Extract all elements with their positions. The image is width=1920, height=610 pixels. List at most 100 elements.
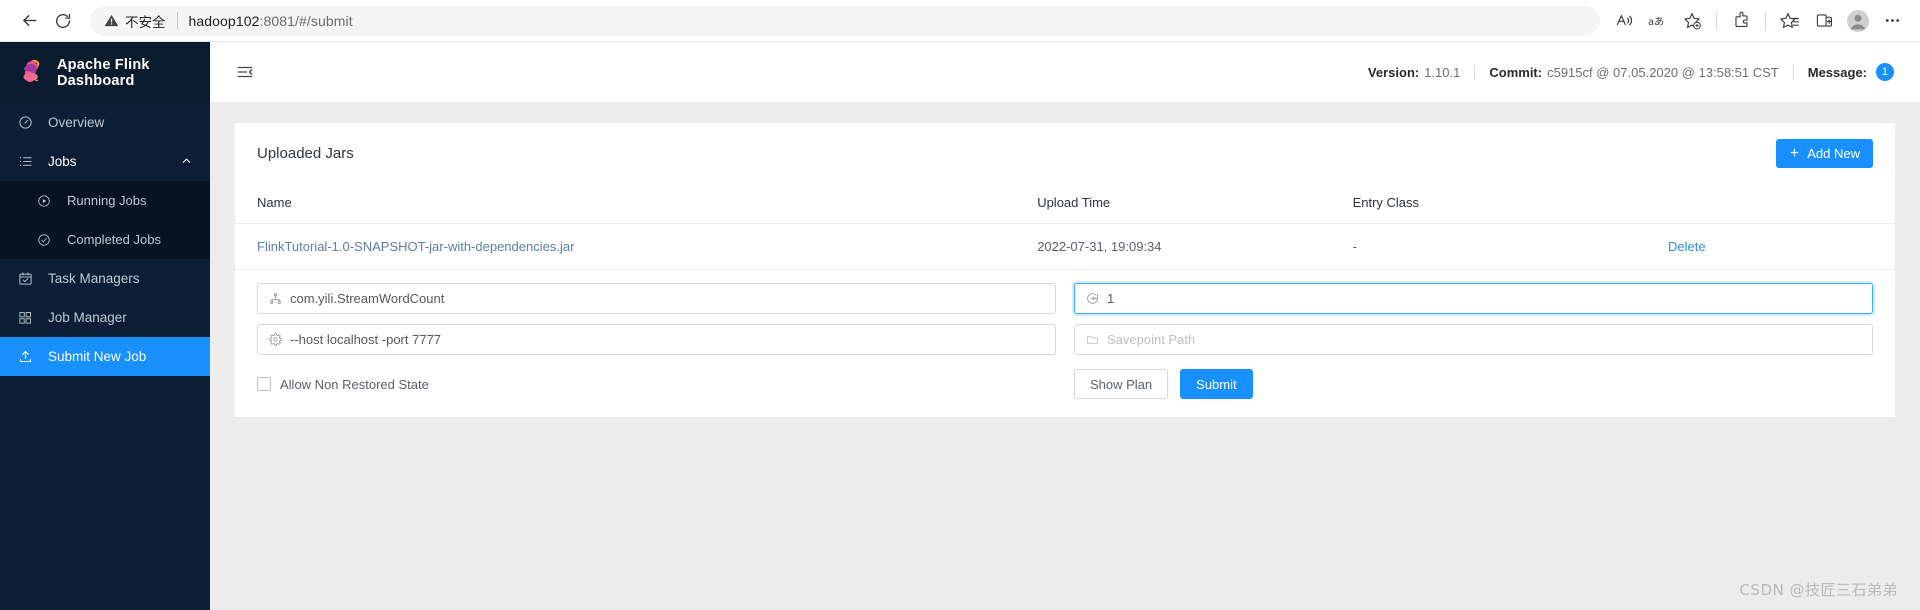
sidebar-item-completed-jobs[interactable]: Completed Jobs <box>0 220 210 259</box>
sidebar-item-label: Overview <box>48 115 105 130</box>
main-area: Version: 1.10.1 Commit: c5915cf @ 07.05.… <box>210 42 1920 610</box>
menu-fold-icon[interactable] <box>236 63 254 81</box>
cluster-icon <box>18 310 38 325</box>
settings-more-icon[interactable] <box>1876 5 1908 37</box>
submit-button[interactable]: Submit <box>1180 369 1253 399</box>
read-aloud-icon[interactable] <box>1608 5 1640 37</box>
column-header-name: Name <box>235 182 1016 224</box>
jobs-submenu: Running Jobs Completed Jobs <box>0 181 210 259</box>
dashboard-icon <box>18 115 38 130</box>
cell-jar-name[interactable]: FlinkTutorial-1.0-SNAPSHOT-jar-with-depe… <box>235 223 1016 270</box>
list-icon <box>18 154 38 169</box>
browser-toolbar-actions: aあ <box>1608 5 1908 37</box>
page-title: Uploaded Jars <box>257 145 354 162</box>
top-bar: Version: 1.10.1 Commit: c5915cf @ 07.05.… <box>210 42 1920 103</box>
column-header-entry-class: Entry Class <box>1330 182 1646 224</box>
entry-class-value: com.yili.StreamWordCount <box>290 291 445 306</box>
form-action-buttons: Show Plan Submit <box>1074 369 1873 399</box>
upload-icon <box>18 349 38 364</box>
allow-non-restored-state-label[interactable]: Allow Non Restored State <box>280 377 429 392</box>
address-bar[interactable]: 不安全 hadoop102:8081/#/submit <box>90 5 1600 36</box>
delete-link[interactable]: Delete <box>1668 239 1706 254</box>
table-body: FlinkTutorial-1.0-SNAPSHOT-jar-with-depe… <box>235 223 1895 270</box>
table-header-row: Name Upload Time Entry Class <box>235 182 1895 224</box>
flink-squirrel-logo <box>18 57 45 89</box>
savepoint-path-input[interactable]: Savepoint Path <box>1074 324 1873 355</box>
collections-icon[interactable] <box>1774 5 1806 37</box>
commit-label: Commit: <box>1489 64 1543 80</box>
not-secure-warning-icon <box>104 13 119 28</box>
show-plan-button[interactable]: Show Plan <box>1074 369 1169 399</box>
cluster-info: Version: 1.10.1 Commit: c5915cf @ 07.05.… <box>1368 63 1894 81</box>
column-header-actions <box>1645 182 1895 224</box>
sidebar-item-overview[interactable]: Overview <box>0 103 210 142</box>
info-divider-2 <box>1792 64 1794 80</box>
uploaded-jars-table: Name Upload Time Entry Class FlinkTutori… <box>235 182 1895 270</box>
calendar-check-icon <box>18 271 38 286</box>
flink-dashboard: Apache Flink Dashboard Overview Jobs Run… <box>0 42 1920 610</box>
message-count-badge[interactable]: 1 <box>1876 63 1894 81</box>
plus-icon <box>1789 146 1800 161</box>
apartment-icon <box>269 292 282 305</box>
allow-non-restored-state-group[interactable]: Allow Non Restored State <box>257 377 1056 392</box>
sidebar-item-job-manager[interactable]: Job Manager <box>0 298 210 337</box>
svg-text:aあ: aあ <box>1648 15 1664 27</box>
cell-entry-class: - <box>1330 223 1646 270</box>
login-arrow-icon <box>1086 292 1099 305</box>
omnibox-divider <box>176 12 178 29</box>
toolbar-divider-1 <box>1716 11 1717 30</box>
sidebar-item-running-jobs[interactable]: Running Jobs <box>0 181 210 220</box>
version-value: 1.10.1 <box>1424 64 1461 80</box>
split-screen-icon[interactable] <box>1808 5 1840 37</box>
back-icon[interactable] <box>12 4 46 38</box>
cell-upload-time: 2022-07-31, 19:09:34 <box>1015 223 1331 270</box>
add-new-button[interactable]: Add New <box>1776 139 1873 168</box>
commit-value: c5915cf @ 07.05.2020 @ 13:58:51 CST <box>1547 64 1779 80</box>
chevron-up-icon <box>181 154 192 169</box>
reload-icon[interactable] <box>46 4 80 38</box>
sidebar-item-label: Submit New Job <box>48 349 147 364</box>
program-arguments-input[interactable]: --host localhost -port 7777 <box>257 324 1056 355</box>
page-root: 不安全 hadoop102:8081/#/submit aあ Apache Fl… <box>0 0 1920 610</box>
browser-toolbar: 不安全 hadoop102:8081/#/submit aあ <box>0 0 1920 42</box>
message-label: Message: <box>1807 64 1867 80</box>
table-header: Name Upload Time Entry Class <box>235 182 1895 224</box>
setting-gear-icon <box>269 333 282 346</box>
card-header: Uploaded Jars Add New <box>235 123 1895 182</box>
cell-actions: Delete <box>1645 223 1895 270</box>
savepoint-path-placeholder: Savepoint Path <box>1107 332 1196 347</box>
brand-header[interactable]: Apache Flink Dashboard <box>0 42 210 103</box>
url-host: hadoop102 <box>188 12 260 29</box>
parallelism-input[interactable]: 1 <box>1074 283 1873 314</box>
url-text: hadoop102:8081/#/submit <box>189 13 353 29</box>
translate-icon[interactable]: aあ <box>1642 5 1674 37</box>
brand-title: Apache Flink Dashboard <box>57 56 150 89</box>
program-arguments-value: --host localhost -port 7777 <box>290 332 442 347</box>
sidebar-item-label: Jobs <box>48 154 77 169</box>
folder-icon <box>1086 333 1099 346</box>
add-new-label: Add New <box>1807 146 1860 161</box>
sidebar-item-jobs[interactable]: Jobs <box>0 142 210 181</box>
version-label: Version: <box>1367 64 1420 80</box>
entry-class-input[interactable]: com.yili.StreamWordCount <box>257 283 1056 314</box>
not-secure-label: 不安全 <box>125 14 166 31</box>
check-circle-icon <box>37 233 57 247</box>
toolbar-divider-2 <box>1765 11 1766 30</box>
form-row-2: --host localhost -port 7777 Savepoint Pa… <box>257 324 1873 355</box>
profile-avatar[interactable] <box>1842 5 1874 37</box>
form-row-3: Allow Non Restored State Show Plan Submi… <box>257 369 1873 399</box>
sidebar-item-submit-new-job[interactable]: Submit New Job <box>0 337 210 376</box>
sidebar-item-task-managers[interactable]: Task Managers <box>0 259 210 298</box>
extensions-icon[interactable] <box>1725 5 1757 37</box>
sidebar-item-label: Running Jobs <box>67 193 147 208</box>
table-row[interactable]: FlinkTutorial-1.0-SNAPSHOT-jar-with-depe… <box>235 223 1895 270</box>
sidebar-item-label: Job Manager <box>48 310 127 325</box>
form-row-1: com.yili.StreamWordCount 1 <box>257 283 1873 314</box>
column-header-upload-time: Upload Time <box>1015 182 1331 224</box>
add-favorite-icon[interactable] <box>1676 5 1708 37</box>
parallelism-value: 1 <box>1107 291 1115 306</box>
sidebar-item-label: Completed Jobs <box>67 232 161 247</box>
allow-non-restored-state-checkbox[interactable] <box>257 377 271 391</box>
uploaded-jars-card: Uploaded Jars Add New Name Upload Time E… <box>235 123 1895 417</box>
play-circle-icon <box>37 194 57 208</box>
